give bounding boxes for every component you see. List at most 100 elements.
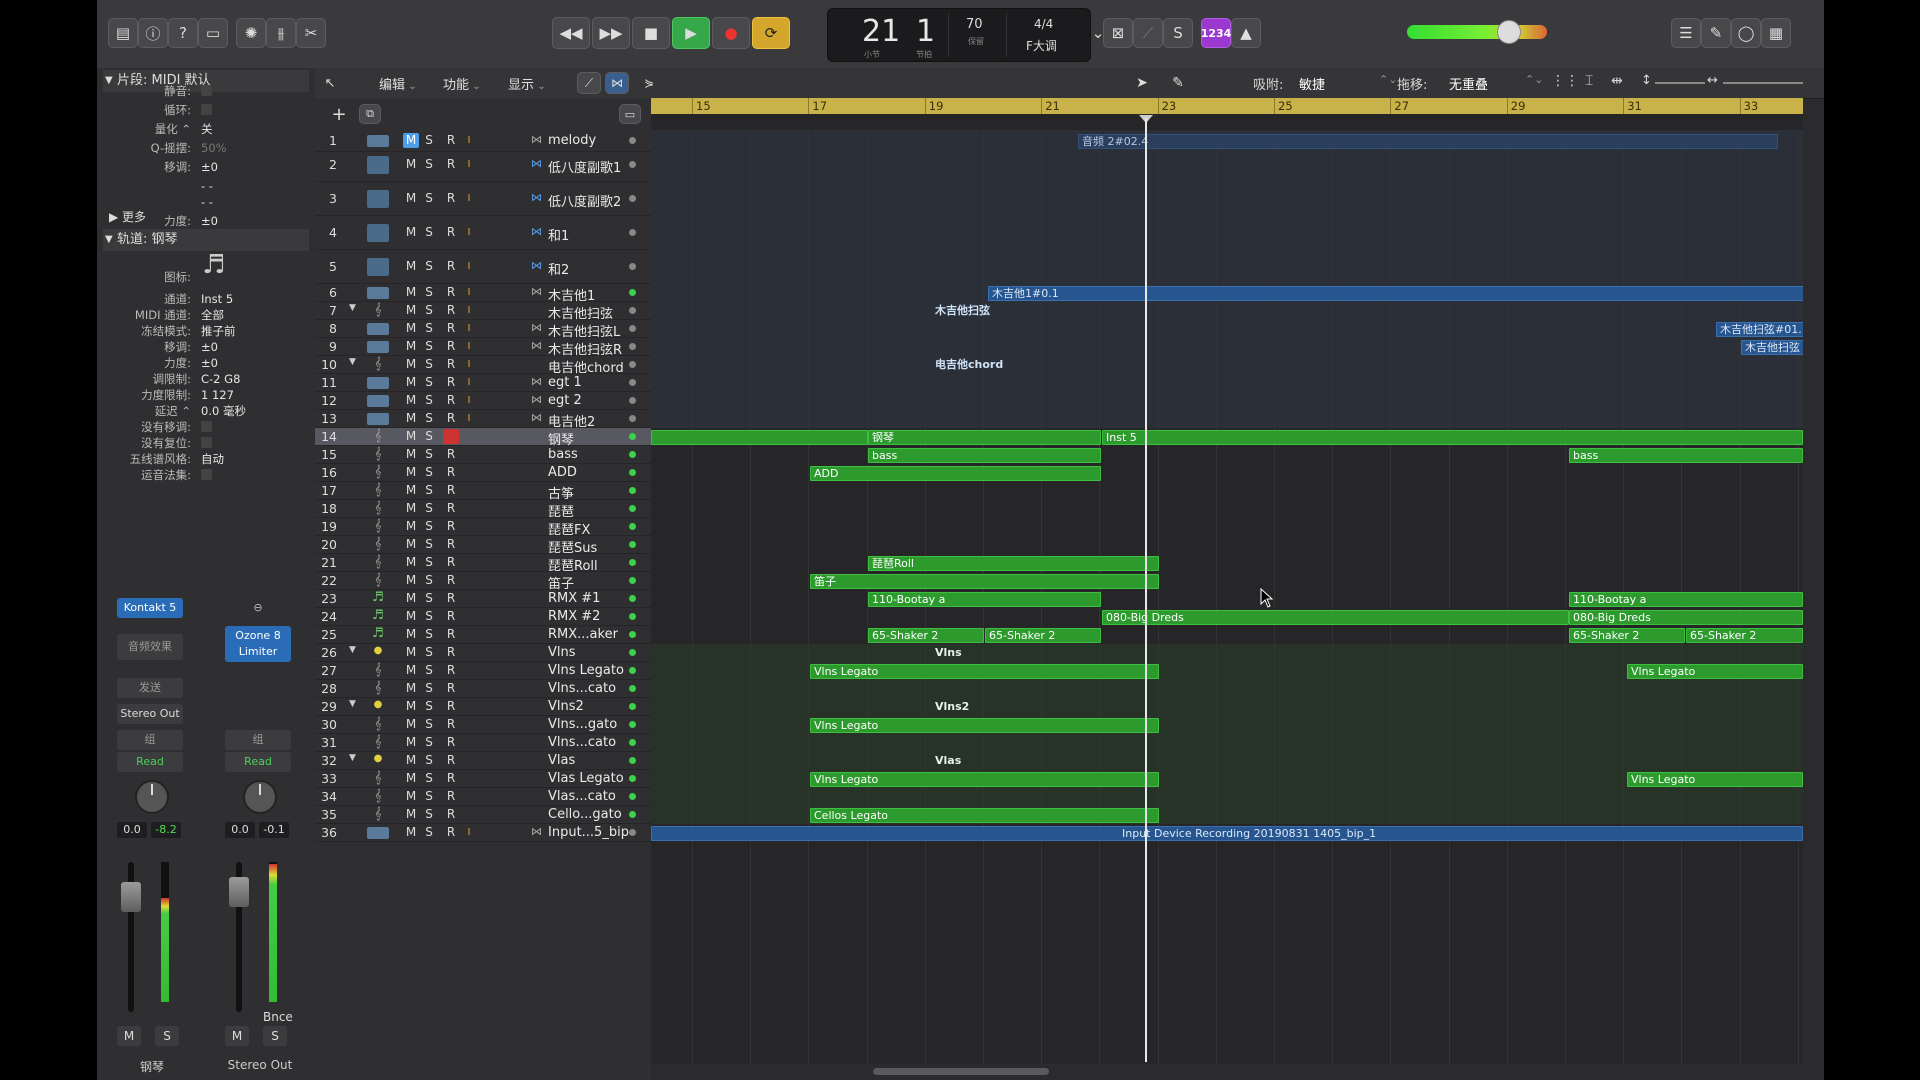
track-inspector-header[interactable]: 轨道: 钢琴: [103, 229, 309, 251]
input-monitor-button[interactable]: I: [461, 393, 477, 408]
mute-button[interactable]: M: [403, 645, 419, 660]
track-status-dot[interactable]: [629, 289, 636, 296]
track-status-dot[interactable]: [629, 613, 636, 620]
metronome-icon[interactable]: ▲: [1231, 18, 1261, 48]
track-name[interactable]: 和2: [548, 259, 569, 278]
track-status-dot[interactable]: [629, 361, 636, 368]
mute-button[interactable]: M: [403, 375, 419, 390]
count-in-button[interactable]: 1234: [1201, 18, 1231, 48]
record-enable-button[interactable]: R: [443, 591, 459, 606]
track-name[interactable]: Input...5_bip: [548, 825, 629, 840]
region[interactable]: Input Device Recording 20190831 1405_bip…: [651, 825, 1803, 841]
region[interactable]: 木吉他扫弦: [1741, 339, 1803, 355]
record-enable-button[interactable]: R: [443, 825, 459, 840]
solo-button[interactable]: S: [421, 133, 437, 148]
region[interactable]: 080-Big Dreds: [1569, 609, 1803, 625]
folder-disclosure-icon[interactable]: ▼: [349, 357, 356, 367]
region[interactable]: bass: [1569, 447, 1803, 463]
flex-mode-icon[interactable]: ⋈: [531, 259, 542, 272]
more-toggle[interactable]: ▶ 更多: [109, 208, 146, 225]
track-status-dot[interactable]: [629, 721, 636, 728]
solo-button[interactable]: S: [421, 591, 437, 606]
track-name[interactable]: Vlns...gato: [548, 717, 617, 732]
master-volume-slider[interactable]: [1407, 25, 1547, 39]
mute-button[interactable]: M: [403, 133, 419, 148]
solo-button[interactable]: S: [263, 1026, 287, 1046]
snap-value[interactable]: 敏捷: [1299, 74, 1325, 93]
track-lane[interactable]: [651, 536, 1803, 554]
track-status-dot[interactable]: [629, 685, 636, 692]
mute-button[interactable]: M: [403, 825, 419, 840]
track-lane[interactable]: [651, 216, 1803, 250]
volume-fader-cap[interactable]: [229, 877, 249, 907]
editors-scissors-icon[interactable]: ✂: [296, 18, 326, 48]
track-status-dot[interactable]: [629, 397, 636, 404]
solo-button[interactable]: S: [421, 501, 437, 516]
region[interactable]: Vlns Legato: [810, 771, 1159, 787]
folder-disclosure-icon[interactable]: ▼: [349, 753, 356, 763]
track-lane[interactable]: [651, 356, 1803, 374]
mute-button[interactable]: M: [403, 321, 419, 336]
track-status-dot[interactable]: [629, 541, 636, 548]
solo-button[interactable]: S: [155, 1026, 179, 1046]
track-status-dot[interactable]: [629, 379, 636, 386]
mute-button[interactable]: M: [403, 681, 419, 696]
solo-button[interactable]: S: [421, 191, 437, 206]
solo-button[interactable]: S: [421, 825, 437, 840]
solo-button[interactable]: S: [421, 225, 437, 240]
loop-browser-icon[interactable]: ◯: [1731, 18, 1761, 48]
track-lane[interactable]: [651, 518, 1803, 536]
mute-button[interactable]: M: [117, 1026, 141, 1046]
master-volume-knob[interactable]: [1497, 20, 1521, 44]
record-enable-button[interactable]: R: [443, 321, 459, 336]
track-name[interactable]: RMX #2: [548, 609, 600, 624]
mute-button[interactable]: M: [403, 699, 419, 714]
mute-button[interactable]: M: [403, 789, 419, 804]
input-monitor-button[interactable]: I: [461, 825, 477, 840]
region-param-value[interactable]: ±0: [201, 212, 218, 230]
fit-vertical-icon[interactable]: ⌶: [1585, 73, 1593, 89]
region-param-row[interactable]: 静音:: [97, 82, 315, 100]
track-status-dot[interactable]: [629, 343, 636, 350]
solo-button[interactable]: S: [421, 357, 437, 372]
snap-chevron-icon[interactable]: ⌃⌄: [1379, 73, 1397, 86]
folder-disclosure-icon[interactable]: ▼: [349, 303, 356, 313]
track-lane[interactable]: [651, 734, 1803, 752]
mute-button[interactable]: M: [403, 717, 419, 732]
record-enable-button[interactable]: R: [443, 133, 459, 148]
track-lane[interactable]: [651, 392, 1803, 410]
region[interactable]: Inst 5: [1102, 429, 1803, 445]
region-param-value[interactable]: ±0: [201, 158, 218, 176]
region-param-value[interactable]: - -: [201, 193, 213, 211]
track-status-dot[interactable]: [629, 667, 636, 674]
track-status-dot[interactable]: [629, 229, 636, 236]
record-enable-button[interactable]: R: [443, 465, 459, 480]
track-header[interactable]: 11 M S R I ⋈ egt 1: [315, 374, 651, 392]
mute-button[interactable]: M: [403, 339, 419, 354]
solo-button[interactable]: S: [421, 663, 437, 678]
input-monitor-button[interactable]: I: [461, 157, 477, 172]
library-icon[interactable]: ▤: [108, 18, 138, 48]
record-enable-button[interactable]: R: [443, 627, 459, 642]
solo-button[interactable]: S: [421, 157, 437, 172]
solo-button[interactable]: S: [421, 573, 437, 588]
automation-mode[interactable]: Read: [225, 752, 291, 772]
catch-icon[interactable]: ⋟: [637, 72, 661, 94]
track-lane[interactable]: [651, 410, 1803, 428]
input-monitor-button[interactable]: I: [461, 411, 477, 426]
playhead[interactable]: [1145, 118, 1147, 1062]
record-enable-button[interactable]: R: [443, 573, 459, 588]
track-header[interactable]: 22 𝄞 M S R 笛子: [315, 572, 651, 592]
track-status-dot[interactable]: [629, 161, 636, 168]
track-lane[interactable]: [651, 788, 1803, 806]
pan-knob[interactable]: [135, 780, 169, 814]
global-tracks-icon[interactable]: ▭: [619, 104, 641, 124]
track-lane[interactable]: [651, 752, 1803, 770]
record-enable-button[interactable]: R: [443, 645, 459, 660]
input-monitor-button[interactable]: I: [461, 225, 477, 240]
track-header[interactable]: 15 𝄞 M S Rbass: [315, 446, 651, 464]
cycle-button[interactable]: ⟳: [752, 17, 790, 49]
track-header[interactable]: 13 M S R I ⋈ 电吉他2: [315, 410, 651, 430]
pencil-tool-icon[interactable]: ✎: [1163, 72, 1193, 94]
solo-button[interactable]: S: [421, 519, 437, 534]
